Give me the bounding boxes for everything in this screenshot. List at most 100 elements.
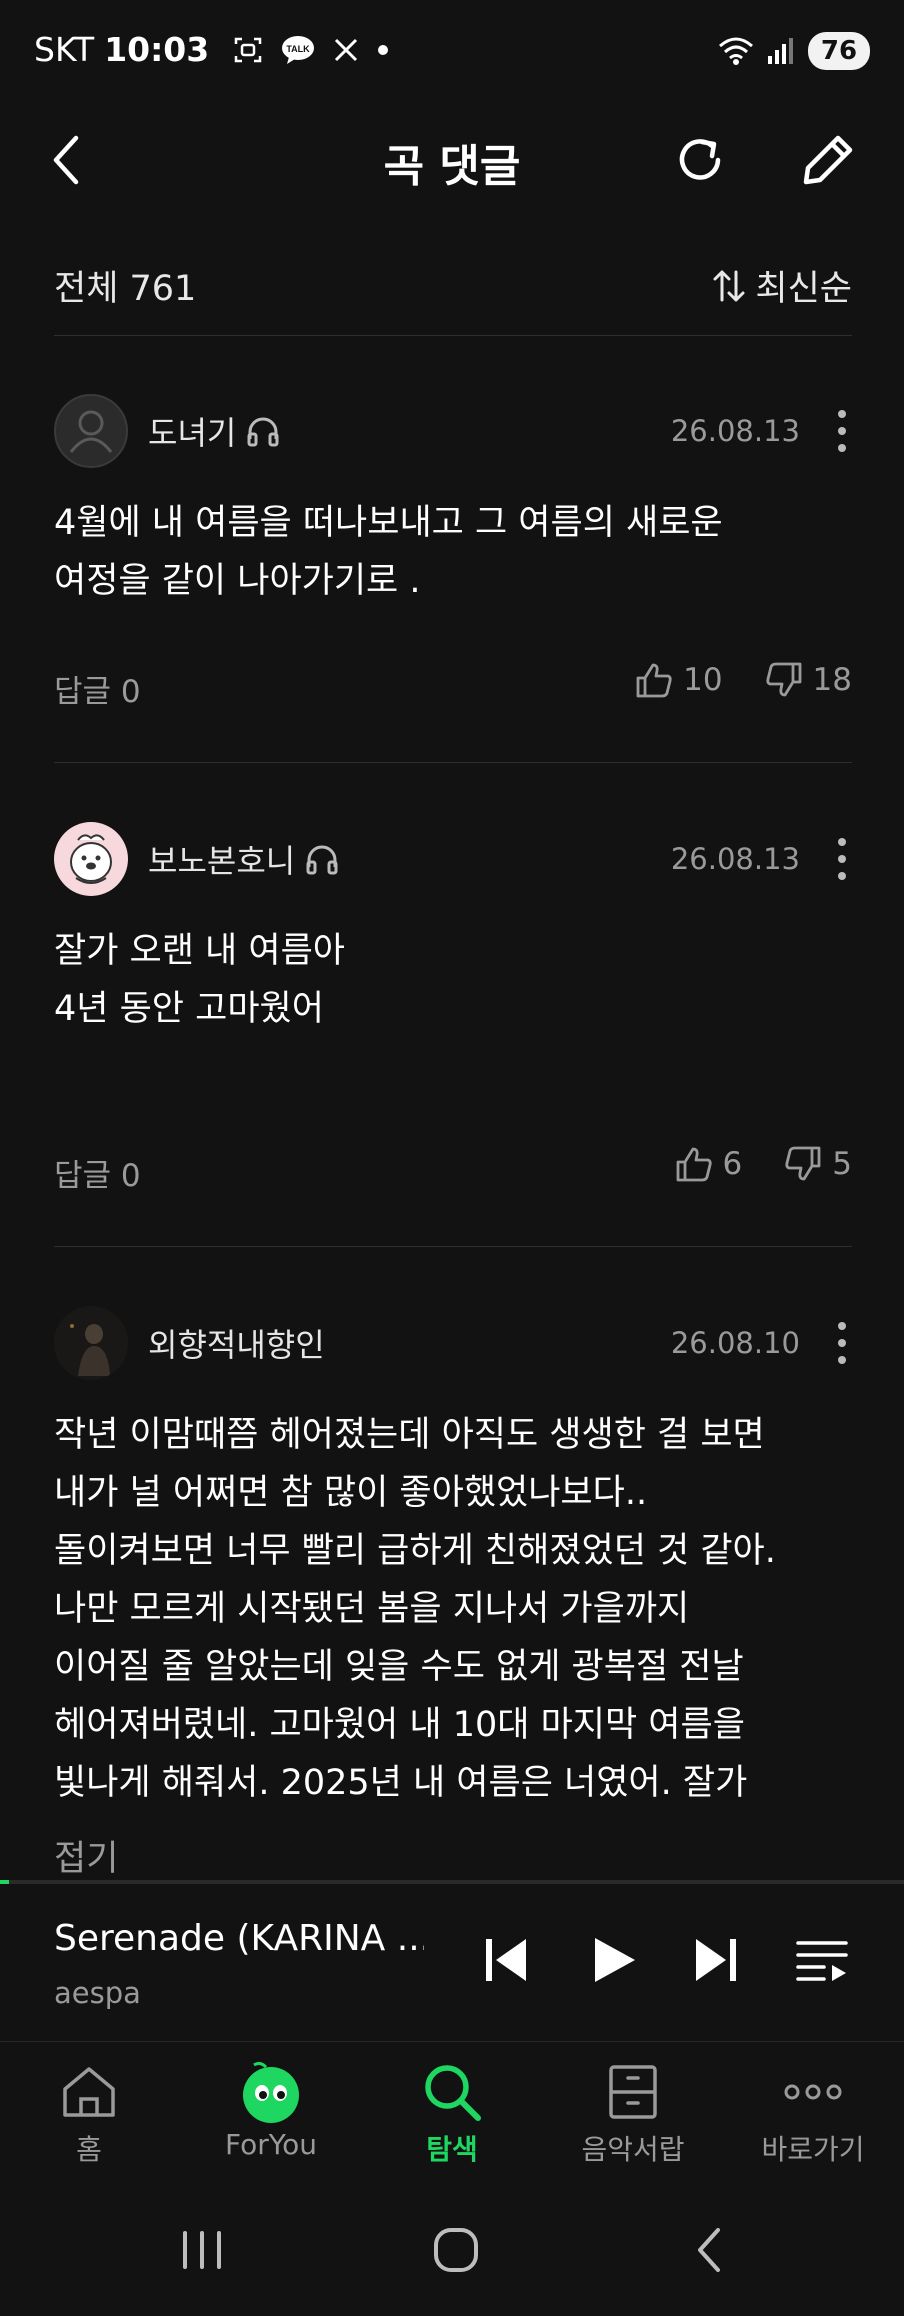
reply-count-button[interactable]: 답글 0 [54, 1150, 141, 1195]
nav-drawer-label: 음악서랍 [581, 2133, 685, 2166]
reply-count-button[interactable]: 답글 0 [54, 666, 141, 711]
comment-line: 헤어져버렸네. 고마웠어 내 10대 마지막 여름을 [54, 1705, 745, 1745]
comment-line: 내가 널 어쩌면 참 많이 좋아했었나보다.. [54, 1473, 648, 1513]
comment-more-button[interactable] [832, 408, 852, 454]
comment-author[interactable]: 도녀기 [148, 408, 236, 454]
x-icon [335, 38, 358, 61]
comment-text: 작년 이맘때쯤 헤어졌는데 아직도 생생한 걸 보면 내가 널 어쩌면 참 많이… [54, 1406, 852, 1812]
recent-apps-icon [183, 2231, 221, 2269]
skip-previous-icon [486, 1939, 526, 1981]
more-vertical-icon [838, 838, 846, 880]
sort-label: 최신순 [755, 269, 852, 309]
headphones-icon [247, 417, 279, 447]
comment-summary-bar: 전체 761 최신순 [54, 240, 852, 336]
like-count: 10 [683, 662, 723, 698]
home-icon [63, 2067, 115, 2117]
dislike-count: 18 [812, 662, 852, 698]
comment-author[interactable]: 보노본호니 [148, 836, 295, 882]
nav-drawer[interactable]: 음악서랍 [548, 2060, 718, 2168]
avatar[interactable] [54, 1306, 128, 1380]
dislike-button[interactable]: 5 [784, 1146, 852, 1182]
comment-more-button[interactable] [832, 1320, 852, 1366]
page-title: 곡 댓글 [383, 141, 521, 192]
pencil-icon [803, 135, 853, 185]
thumbs-up-icon [636, 663, 672, 698]
recent-apps-button[interactable] [172, 2222, 232, 2278]
comment-date: 26.08.10 [670, 1326, 800, 1360]
top-app-bar: 곡 댓글 [0, 104, 904, 216]
system-navigation-bar [0, 2182, 904, 2316]
thumbs-up-icon [676, 1147, 712, 1182]
comment-text: 잘가 오랜 내 여름아 4년 동안 고마웠어 [54, 922, 852, 1038]
next-button[interactable] [686, 1930, 746, 1990]
comment-more-button[interactable] [832, 836, 852, 882]
battery-indicator: 76 [808, 32, 870, 70]
nav-foryou-label: ForYou [224, 2128, 317, 2161]
nav-home[interactable]: 홈 [4, 2060, 174, 2168]
nav-home-label: 홈 [76, 2133, 102, 2166]
comment-line: 돌이켜보면 너무 빨리 급하게 친해졌었던 것 같아. [54, 1531, 776, 1571]
thumbs-down-icon [785, 1146, 821, 1181]
nav-search[interactable]: 탐색 [367, 2060, 537, 2168]
nav-foryou[interactable]: ForYou [186, 2060, 356, 2161]
track-artist[interactable]: aespa [54, 1976, 141, 2010]
playlist-button[interactable] [792, 1930, 852, 1990]
drawer-icon [609, 2065, 657, 2119]
track-title[interactable]: Serenade (KARINA ... [54, 1918, 424, 1959]
default-user-icon [69, 410, 113, 453]
headphones-icon [306, 845, 338, 875]
divider [54, 1246, 852, 1247]
nav-shortcuts-label: 바로가기 [761, 2133, 865, 2166]
home-system-button[interactable] [426, 2222, 486, 2278]
talk-badge: TALK [287, 44, 311, 54]
wifi-icon [719, 37, 753, 65]
comment-total-count: 전체 761 [54, 269, 197, 309]
refresh-icon [679, 139, 721, 180]
back-system-button[interactable] [680, 2222, 740, 2278]
nav-shortcuts[interactable]: 바로가기 [728, 2060, 898, 2168]
character-avatar-icon [70, 834, 112, 884]
more-vertical-icon [838, 1322, 846, 1364]
photo-avatar-icon [54, 1306, 128, 1380]
like-button[interactable]: 6 [675, 1146, 743, 1182]
foryou-icon [243, 2061, 299, 2123]
comment-line: 작년 이맘때쯤 헤어졌는데 아직도 생생한 걸 보면 [54, 1415, 765, 1455]
comment-line: 4년 동안 고마웠어 [54, 989, 324, 1029]
playlist-icon [796, 1941, 848, 1981]
thumbs-down-icon [765, 662, 801, 697]
clock: 10:03 [104, 30, 210, 69]
carrier-label: SKT [34, 30, 95, 69]
home-system-icon [434, 2228, 478, 2272]
avatar[interactable] [54, 822, 128, 896]
write-comment-button[interactable] [800, 132, 856, 188]
comment-line: 여정을 같이 나아가기로 . [54, 561, 421, 601]
screenshot-icon [234, 37, 262, 62]
bottom-navigation: 홈 ForYou 탐색 음악서랍 바로가기 [0, 2042, 904, 2182]
avatar[interactable] [54, 394, 128, 468]
comment-date: 26.08.13 [670, 842, 800, 876]
sort-icon [713, 270, 745, 301]
play-button[interactable] [584, 1930, 644, 1990]
dot-icon [378, 44, 389, 55]
like-button[interactable]: 10 [635, 662, 723, 698]
collapse-button[interactable]: 접기 [54, 1830, 118, 1881]
more-icon [784, 2084, 842, 2100]
dislike-button[interactable]: 18 [765, 662, 852, 698]
comment-line: 4월에 내 여름을 떠나보내고 그 여름의 새로운 [54, 503, 723, 543]
status-bar: SKT 10:03 TALK 76 [0, 0, 904, 104]
comment-line: 이어질 줄 알았는데 잊을 수도 없게 광복절 전날 [54, 1647, 744, 1687]
sort-button[interactable]: 최신순 [711, 260, 852, 311]
mini-player[interactable]: Serenade (KARINA ... aespa [0, 1884, 904, 2042]
comment-author[interactable]: 외향적내향인 [148, 1320, 325, 1366]
refresh-button[interactable] [672, 132, 728, 188]
signal-icon [768, 38, 793, 64]
previous-button[interactable] [476, 1930, 536, 1990]
divider [54, 762, 852, 763]
back-system-icon [698, 2228, 720, 2272]
comment-line: 잘가 오랜 내 여름아 [54, 931, 345, 971]
skip-next-icon [696, 1939, 736, 1981]
comment-date: 26.08.13 [670, 414, 800, 448]
like-count: 6 [722, 1146, 743, 1182]
comment-line: 나만 모르게 시작됐던 봄을 지나서 가을까지 [54, 1589, 690, 1629]
more-vertical-icon [838, 410, 846, 452]
